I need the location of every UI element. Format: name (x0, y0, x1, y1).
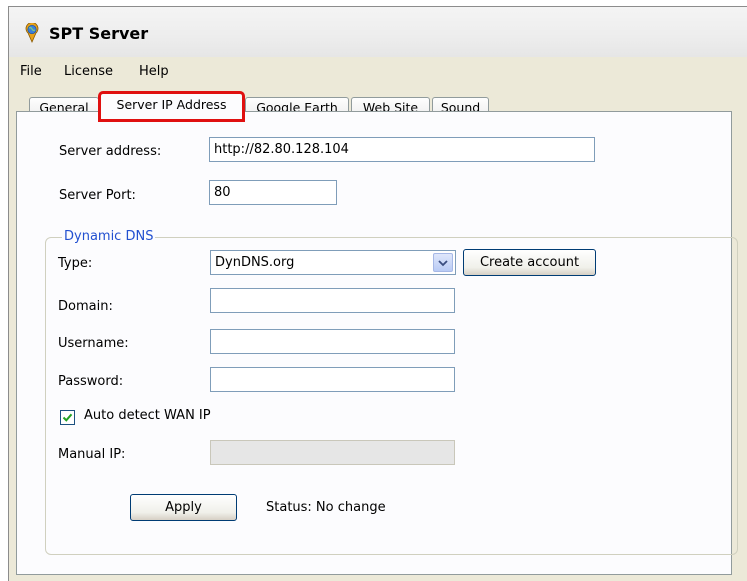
username-label: Username: (58, 336, 129, 351)
dynamic-dns-title: Dynamic DNS (62, 229, 156, 244)
dynamic-dns-group: Dynamic DNS Type: DynDNS.org Create acco… (45, 229, 738, 555)
menu-help[interactable]: Help (139, 64, 169, 79)
auto-detect-label[interactable]: Auto detect WAN IP (84, 408, 211, 423)
server-port-label: Server Port: (59, 188, 136, 203)
status-text: Status: No change (266, 500, 386, 515)
server-port-input[interactable]: 80 (209, 180, 337, 205)
chevron-down-icon[interactable] (433, 253, 453, 272)
auto-detect-checkbox[interactable] (60, 410, 75, 425)
server-address-input[interactable]: http://82.80.128.104 (209, 137, 595, 162)
globe-pin-icon (23, 22, 41, 43)
server-address-label: Server address: (59, 144, 162, 159)
domain-label: Domain: (58, 299, 113, 314)
checkmark-icon (62, 413, 73, 422)
dns-type-select[interactable]: DynDNS.org (210, 250, 456, 275)
domain-input[interactable] (210, 288, 455, 313)
manual-ip-input (210, 440, 455, 465)
title-bar: SPT Server (9, 7, 747, 57)
username-input[interactable] (210, 329, 455, 354)
manual-ip-label: Manual IP: (58, 447, 126, 462)
menu-file[interactable]: File (20, 64, 42, 79)
password-label: Password: (58, 374, 124, 389)
apply-button[interactable]: Apply (130, 494, 237, 521)
dns-type-value: DynDNS.org (215, 255, 295, 270)
tab-server-ip-address[interactable]: Server IP Address (98, 91, 245, 122)
password-input[interactable] (210, 367, 455, 392)
menu-bar: File License Help (9, 57, 747, 87)
tab-panel-server-ip: Server address: http://82.80.128.104 Ser… (16, 111, 738, 575)
create-account-button[interactable]: Create account (463, 249, 596, 276)
window-title: SPT Server (49, 24, 149, 43)
menu-license[interactable]: License (64, 64, 113, 79)
dns-type-label: Type: (58, 256, 93, 271)
